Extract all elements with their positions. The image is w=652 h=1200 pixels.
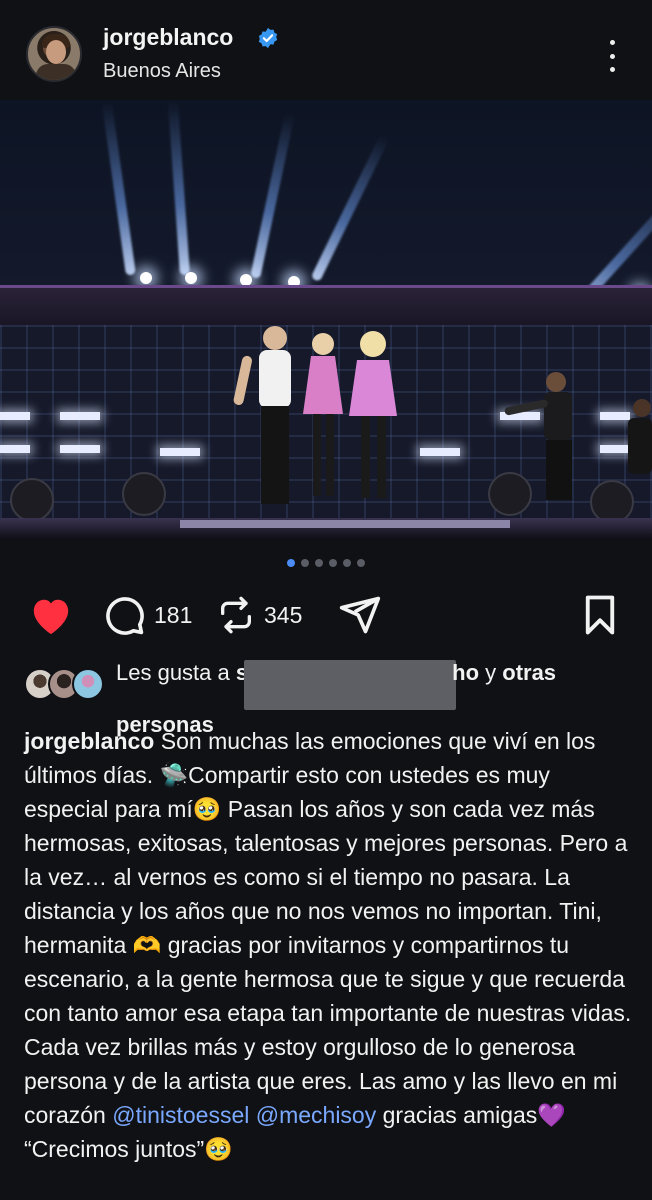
repost-icon xyxy=(221,596,251,634)
share-button[interactable] xyxy=(338,590,382,640)
comments-count: 181 xyxy=(154,601,193,628)
comment-button[interactable]: 181 xyxy=(102,590,192,640)
liker-name-end[interactable]: ho xyxy=(452,660,479,685)
carousel-dot xyxy=(343,559,351,567)
carousel-dot xyxy=(287,559,295,567)
carousel-indicator xyxy=(0,559,652,567)
more-options-icon[interactable] xyxy=(600,40,624,72)
reposts-count: 345 xyxy=(264,601,303,628)
caption-text: Son muchas las emociones que viví en los… xyxy=(24,728,632,1128)
caption-author[interactable]: jorgeblanco xyxy=(24,728,154,754)
action-bar: 181 345 xyxy=(0,590,652,640)
mention-link[interactable]: @mechisoy xyxy=(256,1102,377,1128)
heart-icon xyxy=(33,599,69,635)
post-caption: jorgeblanco Son muchas las emociones que… xyxy=(24,724,636,1166)
post-photo[interactable] xyxy=(0,100,652,540)
username[interactable]: jorgeblanco xyxy=(103,24,233,51)
comment-icon xyxy=(106,597,144,635)
carousel-dot xyxy=(329,559,337,567)
carousel-dot xyxy=(315,559,323,567)
mention-link[interactable]: @tinistoessel xyxy=(112,1102,249,1128)
like-button[interactable] xyxy=(28,590,74,640)
location-label[interactable]: Buenos Aires xyxy=(103,60,221,83)
repost-button[interactable]: 345 xyxy=(216,590,302,640)
save-button[interactable] xyxy=(582,590,618,640)
avatar xyxy=(72,668,104,700)
verified-badge-icon xyxy=(258,27,278,49)
carousel-dot xyxy=(301,559,309,567)
send-icon xyxy=(339,596,381,634)
carousel-dot xyxy=(357,559,365,567)
post-header: jorgeblanco Buenos Aires xyxy=(0,0,652,100)
liker-avatars xyxy=(24,668,108,704)
redacted-username xyxy=(244,660,457,710)
avatar[interactable] xyxy=(26,26,82,82)
likes-prefix: Les gusta a xyxy=(116,660,236,685)
likes-connector: y xyxy=(479,660,503,685)
bookmark-icon xyxy=(585,595,615,635)
